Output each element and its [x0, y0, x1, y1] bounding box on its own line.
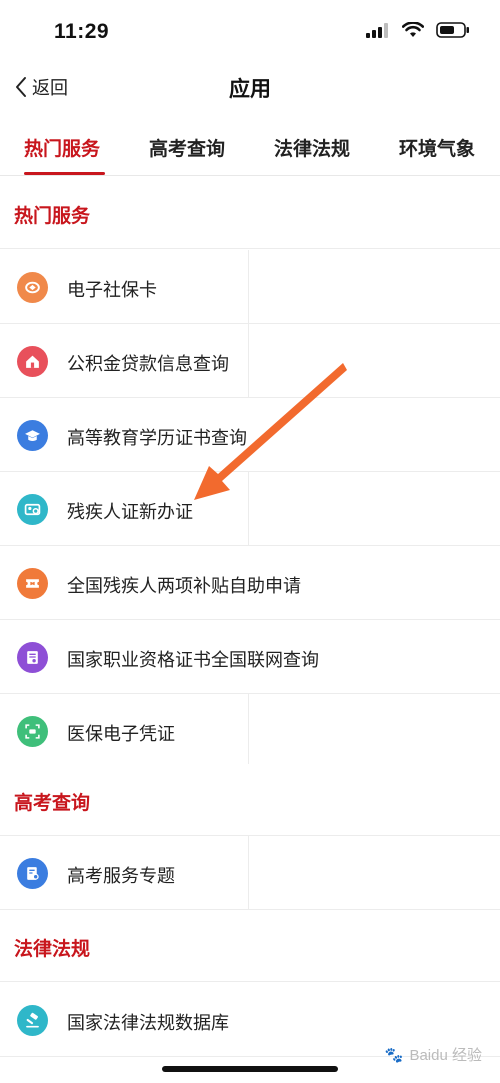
tab-hot-services[interactable]: 热门服务 — [24, 134, 100, 161]
graduation-cap-icon — [17, 420, 48, 451]
status-time: 11:29 — [54, 20, 110, 43]
tab-gaokao[interactable]: 高考查询 — [149, 134, 225, 161]
medical-insurance-icon — [17, 716, 48, 747]
id-card-icon — [17, 494, 48, 525]
navigation-bar: 返回 应用 — [0, 66, 500, 110]
list-item-label: 高考服务专题 — [67, 866, 175, 886]
list-item-label: 高等教育学历证书查询 — [67, 428, 247, 448]
list-item[interactable]: 国家职业资格证书全国联网查询 — [0, 620, 500, 694]
list-item[interactable]: 高考服务专题 — [0, 836, 500, 910]
tab-environment-weather[interactable]: 环境气象 — [399, 134, 475, 161]
list-item[interactable]: 公积金贷款信息查询 — [0, 324, 500, 398]
section-title: 热门服务 — [14, 206, 91, 227]
cellular-signal-icon — [366, 23, 388, 38]
section-header-gaokao: 高考查询 — [0, 764, 500, 836]
list-item-label: 公积金贷款信息查询 — [67, 354, 229, 374]
category-tabs: 热门服务 高考查询 法律法规 环境气象 — [0, 122, 500, 176]
active-tab-indicator — [24, 172, 105, 175]
status-bar: 11:29 — [0, 0, 500, 66]
section-header-law: 法律法规 — [0, 910, 500, 982]
list-item-label: 国家法律法规数据库 — [67, 1013, 229, 1033]
social-security-card-icon — [17, 272, 48, 303]
list-item[interactable]: 高等教育学历证书查询 — [0, 398, 500, 472]
watermark: 🐾 Baidu 经验 — [385, 1044, 482, 1065]
list-item-label: 全国残疾人两项补贴自助申请 — [67, 576, 301, 596]
status-icons — [366, 22, 470, 38]
list-item[interactable]: 全国残疾人两项补贴自助申请 — [0, 546, 500, 620]
list-item[interactable]: 电子社保卡 — [0, 250, 500, 324]
list-item[interactable]: 医保电子凭证 — [0, 694, 500, 768]
watermark-text: Baidu 经验 — [409, 1047, 482, 1064]
list-item[interactable]: 残疾人证新办证 — [0, 472, 500, 546]
section-title: 法律法规 — [14, 939, 91, 960]
paw-icon: 🐾 — [384, 1046, 404, 1064]
battery-icon — [436, 22, 469, 38]
certificate-icon — [17, 642, 48, 673]
list-item-label: 电子社保卡 — [67, 280, 157, 300]
list-item-label: 医保电子凭证 — [67, 724, 175, 744]
section-header-hot: 热门服务 — [0, 177, 500, 249]
home-indicator[interactable] — [162, 1066, 338, 1072]
page-title: 应用 — [229, 78, 271, 101]
list-item-label: 残疾人证新办证 — [67, 502, 193, 522]
wifi-icon — [402, 22, 424, 37]
tab-laws[interactable]: 法律法规 — [274, 134, 350, 161]
housing-fund-icon — [17, 346, 48, 377]
section-title: 高考查询 — [14, 793, 91, 814]
ticket-icon — [17, 568, 48, 599]
exam-document-icon — [17, 858, 48, 889]
list-item-label: 国家职业资格证书全国联网查询 — [67, 650, 319, 670]
gavel-icon — [17, 1005, 48, 1036]
